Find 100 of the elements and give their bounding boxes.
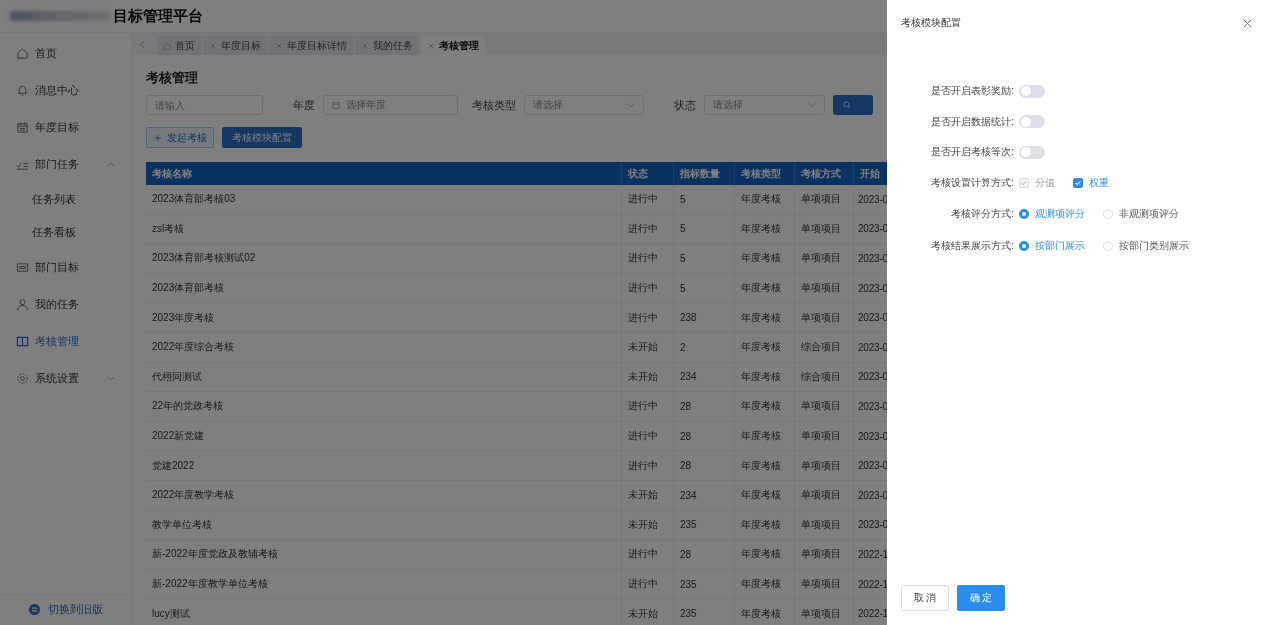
table-cell: 2022年度综合考核 — [146, 332, 622, 362]
radio-label[interactable]: 非观测项评分 — [1119, 207, 1179, 221]
sidebar-item[interactable]: 部门目标 — [0, 249, 131, 286]
calendar-icon — [332, 101, 340, 109]
tab[interactable]: 首页 — [157, 36, 201, 55]
column-header: 考核类型 — [735, 162, 795, 185]
table-cell: 进行中 — [622, 421, 674, 451]
table-cell: 年度考核 — [735, 362, 795, 392]
table-cell: 新-2022年度党政及教辅考核 — [146, 540, 622, 569]
sidebar-subitem[interactable]: 任务列表 — [0, 183, 131, 216]
table-cell: 单项项目 — [795, 480, 854, 510]
sidebar-item[interactable]: 消息中心 — [0, 72, 131, 109]
sidebar-item[interactable]: 首页 — [0, 35, 131, 72]
chevron-left-icon[interactable] — [140, 39, 145, 49]
table-cell: 235 — [674, 569, 735, 599]
table-cell: 年度考核 — [735, 569, 795, 599]
table-cell: 2022新党建 — [146, 421, 622, 451]
form-label: 是否开启考核等次: — [930, 145, 1014, 160]
table-cell: 年度考核 — [735, 480, 795, 510]
table-cell: 单项项目 — [795, 244, 854, 273]
table-cell: zsl考核 — [146, 214, 622, 244]
form-label: 考核设置计算方式: — [930, 175, 1014, 190]
table-cell: 2022年度教学考核 — [146, 480, 622, 510]
table-cell: 5 — [674, 214, 735, 244]
home-icon — [16, 47, 29, 60]
cancel-button[interactable]: 取 消 — [901, 585, 949, 611]
table-cell: 年度考核 — [735, 273, 795, 303]
table-cell: 年度考核 — [735, 421, 795, 451]
sidebar-item[interactable]: 我的任务 — [0, 286, 131, 323]
tab[interactable]: 我的任务 — [355, 36, 419, 55]
table-cell: 进行中 — [622, 303, 674, 332]
table-cell: 234 — [674, 480, 735, 510]
radio-button[interactable] — [1019, 241, 1029, 251]
toggle-switch[interactable] — [1019, 84, 1045, 98]
table-cell: 未开始 — [622, 599, 674, 625]
table-cell: 2023体育部考核测试02 — [146, 244, 622, 273]
table-cell: 进行中 — [622, 273, 674, 303]
table-cell: 年度考核 — [735, 540, 795, 569]
radio-label[interactable]: 按部门类别展示 — [1119, 239, 1189, 253]
calendar-icon — [16, 121, 29, 134]
table-cell: 单项项目 — [795, 451, 854, 480]
sidebar-item[interactable]: 考核管理 — [0, 323, 131, 360]
table-cell: 未开始 — [622, 362, 674, 392]
table-cell: 综合项目 — [795, 332, 854, 362]
table-cell: 单项项目 — [795, 214, 854, 244]
table-cell: 2023体育部考核03 — [146, 185, 622, 214]
form-label: 是否开启数据统计: — [930, 114, 1014, 129]
table-cell: 28 — [674, 421, 735, 451]
confirm-button[interactable]: 确 定 — [957, 585, 1005, 611]
radio-label[interactable]: 观测项评分 — [1035, 207, 1085, 221]
table-cell: 2 — [674, 332, 735, 362]
filter-label: 考核类型 — [471, 97, 516, 113]
table-cell: 代栩同测试 — [146, 362, 622, 392]
table-cell: 单项项目 — [795, 599, 854, 625]
sidebar-item[interactable]: 部门任务 — [0, 146, 131, 183]
table-cell: 未开始 — [622, 332, 674, 362]
chevron-down-icon — [808, 101, 816, 109]
close-icon[interactable] — [1243, 18, 1252, 28]
sidebar-item[interactable]: 年度目标 — [0, 109, 131, 146]
column-header: 状态 — [622, 162, 674, 185]
tab[interactable]: 年度目标 — [203, 36, 267, 55]
tab[interactable]: 年度目标详情 — [269, 36, 353, 55]
drawer-title: 考核模块配置 — [901, 16, 961, 30]
checkbox-label[interactable]: 权重 — [1089, 175, 1109, 190]
table-cell: 5 — [674, 244, 735, 273]
table-cell: 未开始 — [622, 480, 674, 510]
page-title: 考核管理 — [146, 69, 199, 87]
toggle-switch[interactable] — [1019, 145, 1045, 159]
toggle-switch[interactable] — [1019, 115, 1045, 129]
close-icon[interactable] — [427, 41, 435, 50]
table-cell: 单项项目 — [795, 569, 854, 599]
table-cell: 年度考核 — [735, 451, 795, 480]
form-label: 考核评分方式: — [950, 207, 1014, 221]
radio-button[interactable] — [1019, 209, 1029, 219]
form-label: 考核结果展示方式: — [930, 239, 1014, 253]
tab[interactable]: 考核管理 — [421, 36, 485, 55]
table-cell: 28 — [674, 392, 735, 421]
table-cell: 5 — [674, 185, 735, 214]
user-icon — [16, 298, 29, 311]
table-cell: 年度考核 — [735, 303, 795, 332]
search-button[interactable] — [833, 95, 873, 115]
config-button[interactable]: 考核模块配置 — [222, 127, 302, 148]
table-cell: 进行中 — [622, 244, 674, 273]
radio-label[interactable]: 按部门展示 — [1035, 239, 1085, 253]
table-cell: 年度考核 — [735, 599, 795, 625]
add-button[interactable]: 发起考核 — [146, 127, 214, 148]
table-cell: 年度考核 — [735, 332, 795, 362]
search-icon — [843, 101, 851, 109]
filter-label: 状态 — [674, 97, 697, 113]
table-cell: 单项项目 — [795, 421, 854, 451]
switch-version-link[interactable]: 切换到旧版 — [47, 601, 103, 617]
sidebar-subitem[interactable]: 任务看板 — [0, 216, 131, 249]
table-cell: 年度考核 — [735, 214, 795, 244]
sidebar-item[interactable]: 系统设置 — [0, 360, 131, 397]
table-cell: 进行中 — [622, 214, 674, 244]
table-cell: 新-2022年度教学单位考核 — [146, 569, 622, 599]
table-cell: 235 — [674, 599, 735, 625]
table-cell: 单项项目 — [795, 392, 854, 421]
checkbox[interactable] — [1073, 177, 1083, 188]
swap-icon — [28, 603, 40, 615]
